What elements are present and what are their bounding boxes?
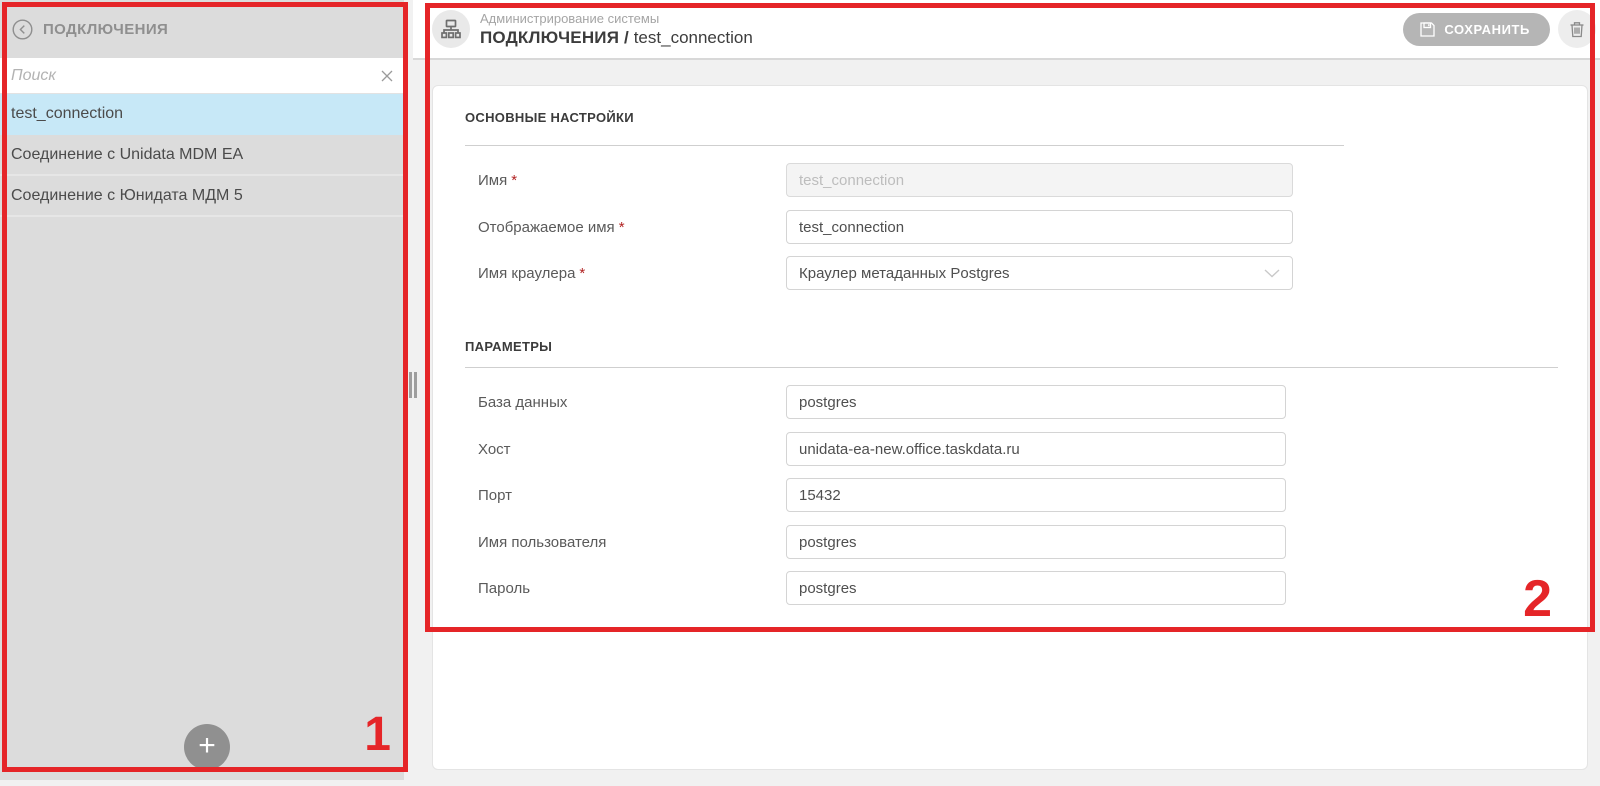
section-divider	[465, 367, 1558, 368]
host-field[interactable]	[786, 432, 1286, 466]
port-field[interactable]	[786, 478, 1286, 512]
page-title: ПОДКЛЮЧЕНИЯ /	[480, 28, 629, 47]
clear-search-icon[interactable]	[378, 67, 396, 85]
connection-list-item[interactable]: test_connection	[0, 94, 404, 135]
search-input[interactable]	[0, 58, 404, 93]
field-label: Имя*	[465, 172, 786, 189]
form-row: Порт	[465, 478, 1557, 512]
panel-resize-handle[interactable]	[409, 372, 419, 398]
search-bar	[0, 58, 404, 94]
form-row: Имя*	[465, 163, 1557, 197]
save-button[interactable]: СОХРАНИТЬ	[1403, 13, 1550, 46]
database-field[interactable]	[786, 385, 1286, 419]
field-label: База данных	[465, 394, 786, 411]
floppy-disk-icon	[1419, 21, 1436, 38]
entity-name: test_connection	[629, 28, 753, 47]
form-row: Имя краулера* Краулер метаданных Postgre…	[465, 256, 1557, 290]
field-label: Хост	[465, 441, 786, 458]
sidebar-title: ПОДКЛЮЧЕНИЯ	[43, 21, 168, 38]
sidebar-header: ПОДКЛЮЧЕНИЯ	[0, 0, 404, 58]
required-marker: *	[579, 265, 585, 282]
connection-list-item[interactable]: Соединение с Юнидата МДМ 5	[0, 176, 404, 217]
trash-icon	[1568, 20, 1586, 39]
field-label: Порт	[465, 487, 786, 504]
name-field[interactable]	[786, 163, 1293, 197]
section-title-main-settings: ОСНОВНЫЕ НАСТРОЙКИ	[465, 110, 1557, 125]
field-label: Имя краулера*	[465, 265, 786, 282]
sitemap-icon	[432, 10, 470, 48]
form-row: База данных	[465, 385, 1557, 419]
page-header: Администрирование системы ПОДКЛЮЧЕНИЯ / …	[413, 0, 1600, 60]
add-connection-button[interactable]: +	[184, 724, 230, 770]
connections-sidebar: ПОДКЛЮЧЕНИЯ test_connection Соединение с…	[0, 0, 404, 780]
selected-option: Краулер метаданных Postgres	[799, 265, 1010, 282]
connection-form-card: ОСНОВНЫЕ НАСТРОЙКИ Имя* Отображаемое имя…	[432, 85, 1588, 770]
password-field[interactable]	[786, 571, 1286, 605]
chevron-down-icon	[1264, 269, 1280, 278]
field-label: Имя пользователя	[465, 534, 786, 551]
save-button-label: СОХРАНИТЬ	[1444, 22, 1530, 37]
field-label: Отображаемое имя*	[465, 219, 786, 236]
form-row: Имя пользователя	[465, 525, 1557, 559]
breadcrumb-parent: Администрирование системы	[480, 11, 1403, 26]
crawler-name-select[interactable]: Краулер метаданных Postgres	[786, 256, 1293, 290]
back-icon[interactable]	[12, 19, 33, 40]
breadcrumb: Администрирование системы ПОДКЛЮЧЕНИЯ / …	[480, 11, 1403, 48]
form-row: Отображаемое имя*	[465, 210, 1557, 244]
app-window: ПОДКЛЮЧЕНИЯ test_connection Соединение с…	[0, 0, 1600, 786]
username-field[interactable]	[786, 525, 1286, 559]
form-row: Хост	[465, 432, 1557, 466]
plus-icon: +	[198, 731, 216, 761]
form-row: Пароль	[465, 571, 1557, 605]
delete-button[interactable]	[1558, 10, 1596, 48]
connection-list-item[interactable]: Соединение с Unidata MDM EA	[0, 135, 404, 176]
section-divider	[465, 145, 1344, 146]
display-name-field[interactable]	[786, 210, 1293, 244]
section-title-parameters: ПАРАМЕТРЫ	[465, 339, 1557, 354]
field-label: Пароль	[465, 580, 786, 597]
required-marker: *	[619, 219, 625, 236]
required-marker: *	[511, 172, 517, 189]
